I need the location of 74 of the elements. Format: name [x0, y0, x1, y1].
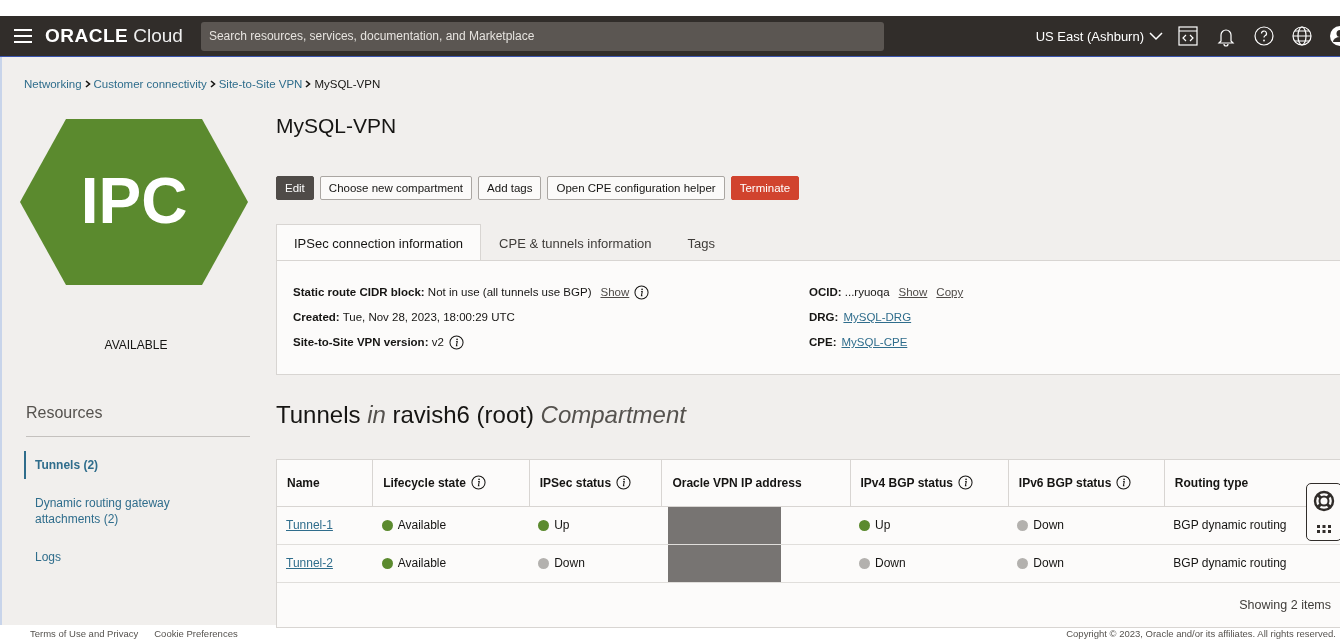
resource-link[interactable]: Logs: [24, 543, 215, 571]
detail-action-link[interactable]: Show: [898, 286, 928, 299]
tunnel-link[interactable]: Tunnel-1: [286, 518, 333, 533]
detail-link[interactable]: MySQL-CPE: [841, 336, 908, 349]
user-avatar-icon[interactable]: [1329, 25, 1340, 47]
search-field[interactable]: Search resources, services, documentation, and Marketplace: [200, 21, 884, 51]
status-text: Down: [875, 556, 906, 571]
status-text: Down: [1033, 518, 1065, 533]
breadcrumb-link[interactable]: Networking: [24, 78, 82, 90]
lifecycle-status: AVAILABLE: [103, 338, 169, 352]
column-label: IPv6 BGP status: [1018, 475, 1112, 490]
detail-text: Site-to-Site VPN version: v2: [293, 336, 444, 349]
info-icon[interactable]: [470, 475, 486, 491]
detail-action-link[interactable]: Copy: [936, 286, 964, 299]
region-selector[interactable]: US East (Ashburn): [1035, 28, 1163, 44]
code-editor-icon[interactable]: [1177, 25, 1199, 47]
lifebuoy-icon[interactable]: [1313, 490, 1335, 512]
footer-link[interactable]: Cookie Preferences: [154, 628, 238, 639]
tunnel-link[interactable]: Tunnel-2: [286, 556, 333, 571]
item-count: Showing 2 items: [1238, 596, 1332, 614]
tab[interactable]: Tags: [669, 224, 734, 262]
action-button[interactable]: Edit: [276, 176, 314, 201]
help-widget[interactable]: [1306, 483, 1340, 541]
copyright-text: Copyright © 2023, Oracle and/or its affiliates. All rights reserved.: [1066, 628, 1336, 639]
detail-text: OCID: ...ryuoqa: [809, 286, 890, 299]
detail-text: CPE:: [809, 336, 837, 349]
breadcrumb-separator-icon: [209, 80, 216, 88]
column-label: IPSec status: [539, 475, 612, 490]
breadcrumb-link[interactable]: Site-to-Site VPN: [218, 78, 303, 90]
detail-text: Created: Tue, Nov 28, 2023, 18:00:29 UTC: [293, 311, 515, 324]
tab[interactable]: IPSec connection information: [276, 224, 482, 262]
status-text: Available: [397, 518, 447, 533]
action-button[interactable]: Add tags: [478, 176, 542, 201]
detail-link[interactable]: MySQL-DRG: [843, 311, 912, 324]
tab[interactable]: CPE & tunnels information: [481, 224, 670, 262]
help-icon[interactable]: [1253, 25, 1275, 47]
footer-link[interactable]: Terms of Use and Privacy: [30, 628, 139, 639]
detail-action-link[interactable]: Show: [600, 286, 630, 299]
status-text: Down: [1033, 556, 1065, 571]
column-header: Name: [277, 459, 373, 507]
resource-link[interactable]: Tunnels (2): [24, 451, 215, 479]
brand-logo[interactable]: ORACLE: [45, 25, 129, 47]
breadcrumb-link[interactable]: Customer connectivity: [93, 78, 207, 90]
resource-link[interactable]: Dynamic routing gateway attachments (2): [24, 489, 215, 533]
status-text: Up: [875, 518, 891, 533]
table-cell: BGP dynamic routing: [1164, 544, 1340, 583]
breadcrumb-separator-icon: [84, 80, 91, 88]
page-title: MySQL-VPN: [276, 114, 398, 138]
menu-icon[interactable]: [13, 28, 33, 44]
status-text: Available: [397, 556, 447, 571]
info-icon[interactable]: [958, 475, 973, 491]
resource-badge: IPC: [20, 119, 248, 285]
breadcrumb-current: MySQL-VPN: [314, 78, 381, 90]
action-button[interactable]: Terminate: [730, 176, 800, 201]
grid-icon[interactable]: [1316, 524, 1332, 534]
column-label: Lifecycle state: [383, 475, 466, 490]
globe-icon[interactable]: [1291, 25, 1313, 47]
column-header: Oracle VPN IP address: [661, 459, 850, 507]
action-button[interactable]: Open CPE configuration helper: [547, 176, 725, 201]
resources-heading: Resources: [26, 404, 104, 422]
detail-text: DRG:: [809, 311, 839, 324]
chevron-down-icon: [1149, 31, 1163, 41]
info-icon[interactable]: [1116, 475, 1132, 491]
column-label: IPv4 BGP status: [860, 475, 953, 490]
breadcrumb-separator-icon: [305, 80, 312, 88]
info-icon[interactable]: [616, 475, 632, 491]
section-heading: Tunnels in ravish6 (root) Compartment: [276, 401, 688, 430]
status-text: Up: [554, 518, 570, 533]
info-icon[interactable]: [448, 334, 464, 350]
product-name: Cloud: [133, 25, 183, 47]
action-button[interactable]: Choose new compartment: [319, 176, 473, 201]
status-text: Down: [554, 556, 585, 571]
detail-text: Static route CIDR block: Not in use (all tunnels use BGP): [293, 286, 592, 299]
info-icon[interactable]: [634, 284, 650, 300]
